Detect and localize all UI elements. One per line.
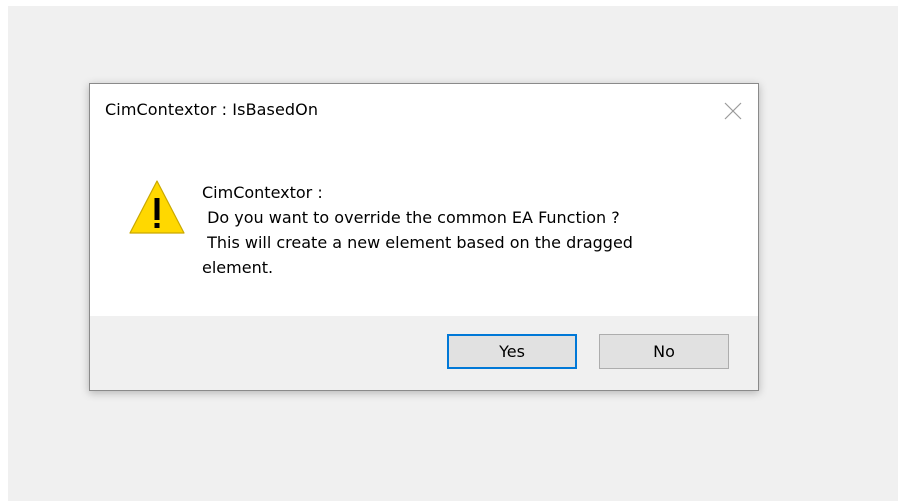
dialog-content: CimContextor : Do you want to override t… <box>90 140 758 316</box>
warning-icon <box>129 180 185 234</box>
dialog-message: CimContextor : Do you want to override t… <box>202 183 633 277</box>
close-icon <box>724 102 742 120</box>
no-button[interactable]: No <box>599 334 729 369</box>
yes-button[interactable]: Yes <box>447 334 577 369</box>
dialog-title: CimContextor : IsBasedOn <box>105 100 319 119</box>
dialog-titlebar[interactable]: CimContextor : IsBasedOn <box>90 84 758 140</box>
dialog-footer: Yes No <box>90 316 758 390</box>
close-button[interactable] <box>720 98 746 124</box>
message-dialog: CimContextor : IsBasedOn CimContextor : … <box>89 83 759 391</box>
